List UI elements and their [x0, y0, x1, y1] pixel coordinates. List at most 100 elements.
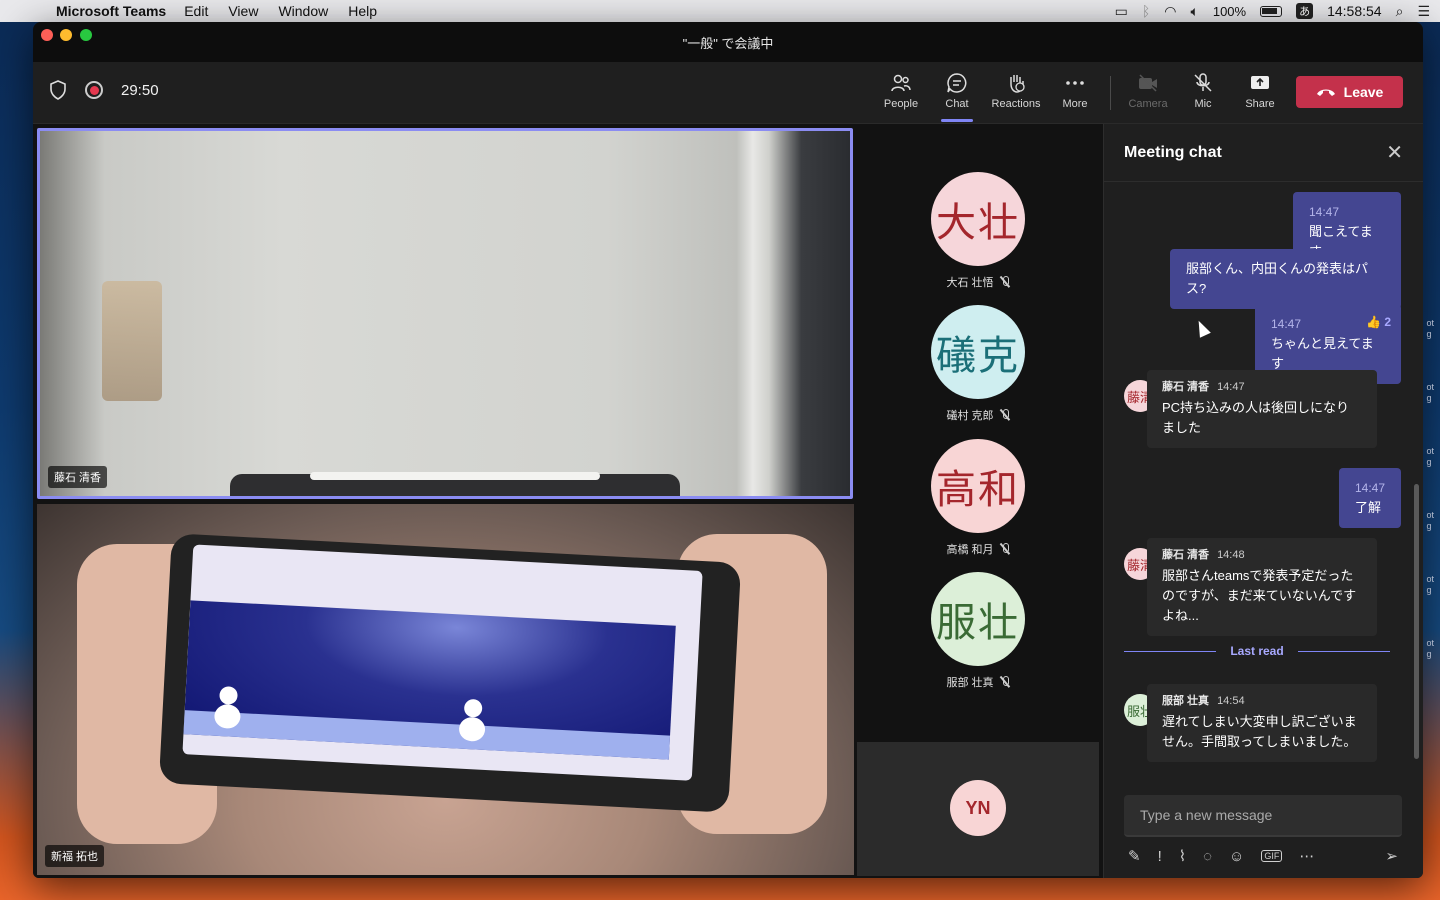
- menu-window[interactable]: Window: [278, 3, 328, 19]
- desktop-icon-label: ot g: [1426, 318, 1434, 339]
- format-icon[interactable]: ✎: [1128, 847, 1141, 865]
- volume-icon[interactable]: 🔈︎: [1190, 3, 1198, 20]
- video-stage: 藤石 清香 新福 拓也 大壮 大石 壮悟 礒克 礒村 克郎 高和 高橋 和月 服…: [33, 124, 1103, 878]
- chat-message[interactable]: 服壮 服部 壮真 14:54 遅れてしまい大変申し訳ございません。手間取ってしまい…: [1124, 684, 1377, 764]
- desktop-icon-label: ot g: [1426, 446, 1434, 467]
- message-author: 藤石 清香: [1162, 381, 1210, 393]
- avatar: 礒克: [931, 305, 1025, 399]
- video-tile-participant[interactable]: 新福 拓也: [37, 504, 854, 875]
- participant-avatar-tile[interactable]: 大壮 大石 壮悟: [931, 172, 1025, 290]
- video-content: [310, 472, 600, 480]
- mic-muted-icon: [1000, 276, 1010, 288]
- send-icon[interactable]: ➢: [1385, 847, 1398, 865]
- desktop-icon-label: ot g: [1426, 510, 1434, 531]
- self-video-tile[interactable]: YN: [857, 742, 1099, 876]
- bluetooth-icon[interactable]: ᛒ: [1142, 3, 1150, 19]
- thumbs-up-reaction[interactable]: 👍 2: [1366, 312, 1391, 332]
- message-author: 藤石 清香: [1162, 549, 1210, 561]
- share-screen-icon: [1251, 76, 1269, 89]
- message-time: 14:47: [1309, 205, 1340, 219]
- close-chat-icon[interactable]: ✕: [1386, 140, 1403, 165]
- video-tile-speaker[interactable]: 藤石 清香: [37, 128, 853, 499]
- hang-up-icon: [1316, 89, 1335, 96]
- spotlight-search-icon[interactable]: ⌕: [1396, 3, 1404, 20]
- message-text: 了解: [1355, 500, 1382, 515]
- minimize-window-button[interactable]: [60, 29, 72, 41]
- more-options-icon[interactable]: ⋯: [1299, 847, 1314, 865]
- participant-avatar-tile[interactable]: 高和 高橋 和月: [931, 439, 1025, 557]
- chat-button[interactable]: Chat: [927, 72, 987, 122]
- message-time: 14:47: [1355, 481, 1386, 495]
- mic-muted-icon: [1000, 409, 1010, 421]
- share-label: Share: [1245, 98, 1275, 110]
- people-label: People: [883, 98, 919, 110]
- battery-percent: 100%: [1212, 3, 1247, 19]
- close-window-button[interactable]: [41, 29, 53, 41]
- meeting-toolbar: 29:50 People Chat Reactions More Camera …: [33, 62, 1423, 124]
- share-button[interactable]: Share: [1230, 72, 1290, 110]
- avatar: 服壮: [931, 572, 1025, 666]
- gif-icon[interactable]: GIF: [1261, 850, 1283, 862]
- message-text: ちゃんと見えてます: [1271, 336, 1374, 371]
- input-method-icon[interactable]: あ: [1296, 3, 1314, 19]
- menu-edit[interactable]: Edit: [184, 3, 208, 19]
- message-author: 服部 壮真: [1162, 695, 1210, 707]
- message-input[interactable]: [1124, 795, 1402, 835]
- airplay-icon[interactable]: ▭: [1115, 3, 1128, 20]
- camera-label: Camera: [1128, 98, 1168, 110]
- reactions-button[interactable]: Reactions: [986, 72, 1046, 110]
- meeting-timer: 29:50: [121, 81, 159, 99]
- message-time: 14:54: [1217, 695, 1245, 707]
- desktop-icon-label: ot g: [1426, 382, 1434, 403]
- participant-name-label: 新福 拓也: [45, 845, 105, 867]
- participant-name: 高橋 和月: [946, 544, 994, 556]
- raise-hand-icon: [1010, 75, 1025, 93]
- menu-help[interactable]: Help: [348, 3, 377, 19]
- teams-meeting-window: "一般" で会議中 29:50 People Chat Reactions Mo…: [33, 22, 1423, 878]
- leave-label: Leave: [1343, 84, 1384, 100]
- avatar: 大壮: [931, 172, 1025, 266]
- chat-label: Chat: [945, 98, 969, 110]
- window-title: "一般" で会議中: [682, 35, 774, 51]
- participant-name-label: 藤石 清香: [48, 466, 108, 488]
- chat-message[interactable]: 藤清 藤石 清香 14:48 服部さんteamsで発表予定だったのですが、まだ来て…: [1124, 538, 1377, 638]
- wifi-icon[interactable]: ◠: [1164, 3, 1176, 20]
- control-center-icon[interactable]: ☰: [1417, 3, 1430, 20]
- chat-message-own[interactable]: 服部くん、内田くんの発表はパス?: [1170, 249, 1401, 309]
- message-text: 服部くん、内田くんの発表はパス?: [1186, 261, 1369, 296]
- camera-off-icon: [1139, 74, 1157, 92]
- chat-message-own[interactable]: 14:47 了解: [1339, 468, 1401, 528]
- emoji-icon[interactable]: ☺: [1229, 848, 1244, 865]
- leave-button[interactable]: Leave: [1296, 76, 1403, 108]
- participant-avatar-tile[interactable]: 服壮 服部 壮真: [931, 572, 1025, 690]
- battery-icon[interactable]: [1260, 5, 1283, 17]
- camera-button[interactable]: Camera: [1118, 72, 1178, 110]
- important-icon[interactable]: !: [1158, 848, 1162, 865]
- participant-avatar-tile[interactable]: 礒克 礒村 克郎: [931, 305, 1025, 423]
- chat-panel-title: Meeting chat: [1124, 143, 1222, 161]
- menu-view[interactable]: View: [228, 3, 258, 19]
- desktop-icon-label: ot g: [1426, 638, 1434, 659]
- mic-label: Mic: [1194, 98, 1212, 110]
- compose-box[interactable]: [1124, 795, 1402, 837]
- menubar-clock[interactable]: 14:58:54: [1327, 3, 1382, 19]
- participant-name: 服部 壮真: [946, 677, 994, 689]
- self-avatar: YN: [950, 780, 1006, 836]
- app-menu[interactable]: Microsoft Teams: [56, 3, 166, 19]
- mic-button[interactable]: Mic: [1173, 72, 1233, 110]
- participant-roster: 大壮 大石 壮悟 礒克 礒村 克郎 高和 高橋 和月 服壮 服部 壮真 YN: [857, 124, 1099, 878]
- more-button[interactable]: More: [1045, 72, 1105, 110]
- fullscreen-window-button[interactable]: [80, 29, 92, 41]
- people-icon: [891, 74, 911, 92]
- shield-icon[interactable]: [49, 80, 67, 100]
- loop-icon[interactable]: ◌: [1203, 848, 1212, 865]
- message-text: 遅れてしまい大変申し訳ございません。手間取ってしまいました。: [1162, 714, 1357, 749]
- macos-menubar: Microsoft Teams Edit View Window Help ▭ …: [0, 0, 1440, 22]
- mic-muted-icon: [1000, 676, 1010, 688]
- window-titlebar[interactable]: "一般" で会議中: [33, 22, 1423, 62]
- attach-icon[interactable]: ⌇: [1179, 847, 1186, 865]
- chat-scrollbar[interactable]: [1414, 484, 1419, 759]
- people-button[interactable]: People: [871, 72, 931, 110]
- chat-message[interactable]: 藤清 藤石 清香 14:47 PC持ち込みの人は後回しになりました: [1124, 370, 1377, 450]
- mic-off-icon: [1194, 73, 1212, 92]
